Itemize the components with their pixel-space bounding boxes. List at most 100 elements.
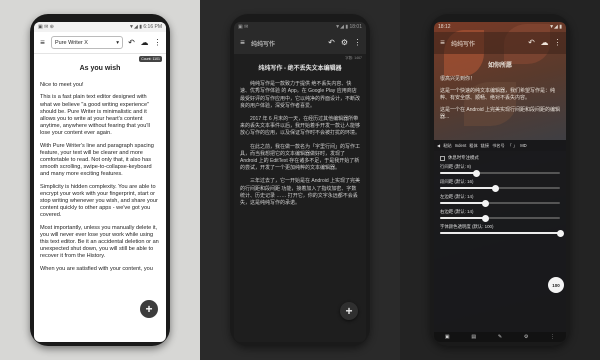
paragraph: Nice to meet you! (40, 82, 84, 89)
app-title: 纯纯写作 (451, 41, 476, 48)
toggle-label: 休息时专注模式 (448, 155, 479, 160)
status-right-info: ▼◢ ▮ 6:16 PM (129, 24, 162, 30)
paragraph: 这是一个在 Android 上完美实现行间距和段间距的编辑器... (440, 107, 561, 120)
format-book-title-button[interactable]: 书名号 (492, 143, 505, 149)
paragraph: 纯纯写作是一款致力于提供 绝不丢失内容、快速、优秀写作体验 的 App。在 Go… (240, 81, 361, 109)
editor-body[interactable]: 纯纯写作 - 绝不丢失文本编辑器 纯纯写作是一款致力于提供 绝不丢失内容、快速、… (234, 54, 366, 207)
slider-label: 字体颜色透明度 (默认: 100) (440, 224, 494, 229)
list-icon[interactable]: ▤ (471, 334, 476, 340)
document-title: 纯纯写作 - 绝不丢失文本编辑器 (258, 66, 342, 72)
slider-value-bubble: 100 (548, 277, 564, 293)
paragraph: 这是一个快速的纯文本编辑器，我们希望写作是：纯粹、有安全感、顺畅、绝对不丢失内容… (440, 88, 556, 101)
panel-pure-writer-wallpaper: 18:12 ▼◢ ▮ ≡ 纯纯写作 ↶ ☁ ⋮ 如你所愿 很高兴见到你！ 这是一… (400, 0, 600, 360)
slider-fill (440, 232, 560, 234)
slider-label: 左边距 (默认: 14) (440, 194, 474, 199)
settings-icon[interactable]: ⚙ (524, 334, 528, 340)
toolbar: ≡ Pure Writer X ▾ ↶ ☁ ⋮ (34, 32, 166, 54)
paragraph: 三年过去了，它一开始是在 Android 上实现了完美的行间距和段间距 功能，接… (240, 178, 361, 207)
status-time: 18:12 (438, 24, 451, 30)
chevron-down-icon[interactable]: ▾ (116, 40, 119, 46)
paragraph: 很高兴见到你！ (440, 76, 476, 82)
toolbar: ≡ 纯纯写作 ↶ ☁ ⋮ (434, 32, 566, 54)
format-bold-button[interactable]: 粗体 (469, 143, 477, 149)
panel-pure-writer-dark: ▣ ✉ ▼◢ ▮ 18:01 ≡ 纯纯写作 ↶ ⚙ ⋮ 字数: 1467 纯纯写… (200, 0, 400, 360)
slider-track[interactable] (440, 229, 564, 237)
format-indent-button[interactable]: Indent (455, 143, 467, 148)
paragraph: This is a fast plain text editor designe… (40, 94, 150, 137)
menu-icon[interactable]: ≡ (38, 38, 47, 47)
slider-fill (440, 202, 486, 204)
focus-mode-toggle[interactable]: 休息时专注模式 (440, 155, 560, 161)
slider-track[interactable] (440, 184, 560, 192)
status-left-icons: ▣ ✉ ⊕ (38, 24, 54, 30)
phone-frame: 18:12 ▼◢ ▮ ≡ 纯纯写作 ↶ ☁ ⋮ 如你所愿 很高兴见到你！ 这是一… (430, 14, 570, 346)
add-fab-button[interactable]: + (140, 300, 158, 318)
phone-screen: ▣ ✉ ▼◢ ▮ 18:01 ≡ 纯纯写作 ↶ ⚙ ⋮ 字数: 1467 纯纯写… (234, 22, 366, 342)
app-title: 纯纯写作 (251, 41, 276, 48)
checkbox[interactable] (440, 155, 445, 161)
slider-knob[interactable] (482, 214, 490, 222)
phone-screen: ▣ ✉ ⊕ ▼◢ ▮ 6:16 PM ≡ Pure Writer X ▾ ↶ ☁… (34, 22, 166, 342)
font-opacity-slider[interactable]: 字体颜色透明度 (默认: 100) (440, 224, 564, 237)
editor-body[interactable]: As you wish Nice to meet you! This is a … (34, 54, 166, 273)
toolbar: ≡ 纯纯写作 ↶ ⚙ ⋮ (234, 32, 366, 54)
image-icon[interactable]: ▣ (445, 334, 450, 340)
menu-icon[interactable]: ≡ (238, 39, 247, 48)
cloud-upload-icon[interactable]: ☁ (540, 39, 549, 48)
pen-icon[interactable]: ✎ (498, 334, 502, 340)
document-title: As you wish (79, 65, 121, 72)
paragraph: With Pure Writer's line and paragraph sp… (40, 142, 154, 178)
right-margin-slider[interactable]: 右边距 (默认: 14) (440, 209, 560, 222)
slider-label: 右边距 (默认: 14) (440, 209, 474, 214)
word-count-label: 字数: 1467 (345, 56, 362, 60)
paragraph-spacing-slider[interactable]: 段间距 (默认: 16) (440, 179, 560, 192)
status-bar: ▣ ✉ ▼◢ ▮ 18:01 (234, 22, 366, 32)
slider-knob[interactable] (472, 169, 480, 177)
panel-pure-writer-light: ▣ ✉ ⊕ ▼◢ ▮ 6:16 PM ≡ Pure Writer X ▾ ↶ ☁… (0, 0, 200, 360)
left-margin-slider[interactable]: 左边距 (默认: 14) (440, 194, 560, 207)
paragraph: 2017 年 6 月末的一天，在经历过其他编辑器所带来的丢失文本事件以后，我开始… (240, 116, 361, 137)
format-link-button[interactable]: 链接 (481, 143, 489, 149)
status-right-info: ▼◢ ▮ (549, 24, 562, 30)
paragraph: 在此之前，我在做一款名为「字里行间」的写作工具，而当我想把它的文本编辑器做好时，… (240, 143, 361, 172)
format-back-button[interactable]: ◀ (437, 143, 440, 148)
slider-knob[interactable] (491, 184, 499, 192)
paragraph: Simplicity is hidden complexity. You are… (40, 183, 158, 219)
bottom-action-bar: ▣ ▤ ✎ ⚙ ⋮ (434, 332, 566, 342)
more-vert-icon[interactable]: ⋮ (553, 39, 562, 48)
format-quote-button[interactable]: 「 」 (508, 143, 518, 149)
add-fab-button[interactable]: + (340, 302, 358, 320)
slider-fill (440, 172, 476, 174)
phone-frame: ▣ ✉ ▼◢ ▮ 18:01 ≡ 纯纯写作 ↶ ⚙ ⋮ 字数: 1467 纯纯写… (230, 14, 370, 346)
format-paste-button[interactable]: 粘贴 (443, 143, 451, 149)
undo-icon[interactable]: ↶ (327, 39, 336, 48)
more-vert-icon[interactable]: ⋮ (353, 39, 362, 48)
phone-screen: 18:12 ▼◢ ▮ ≡ 纯纯写作 ↶ ☁ ⋮ 如你所愿 很高兴见到你！ 这是一… (434, 22, 566, 342)
editor-body[interactable]: 如你所愿 很高兴见到你！ 这是一个快速的纯文本编辑器，我们希望写作是：纯粹、有安… (434, 54, 566, 121)
slider-knob[interactable] (556, 229, 564, 237)
slider-track[interactable] (440, 169, 560, 177)
paragraph: When you are satisfied with your content… (40, 265, 153, 272)
line-spacing-slider[interactable]: 行间距 (默认: 8) (440, 164, 560, 177)
undo-icon[interactable]: ↶ (127, 38, 136, 47)
slider-knob[interactable] (482, 199, 490, 207)
menu-icon[interactable]: ≡ (438, 39, 447, 48)
phone-frame: ▣ ✉ ⊕ ▼◢ ▮ 6:16 PM ≡ Pure Writer X ▾ ↶ ☁… (30, 14, 170, 346)
slider-fill (440, 187, 496, 189)
status-bar: 18:12 ▼◢ ▮ (434, 22, 566, 32)
article-title-text: Pure Writer X (55, 39, 88, 46)
typography-settings-sheet: 休息时专注模式 行间距 (默认: 8) 段间距 (默认: 16) 左边距 (默认… (434, 151, 566, 342)
undo-icon[interactable]: ↶ (527, 39, 536, 48)
article-title-field[interactable]: Pure Writer X ▾ (51, 36, 123, 49)
slider-track[interactable] (440, 214, 560, 222)
status-right-info: ▼◢ ▮ 18:01 (335, 24, 362, 30)
slider-label: 段间距 (默认: 16) (440, 179, 474, 184)
more-vert-icon[interactable]: ⋮ (153, 38, 162, 47)
slider-label: 行间距 (默认: 8) (440, 164, 471, 169)
slider-track[interactable] (440, 199, 560, 207)
format-markdown-button[interactable]: MD (520, 143, 527, 148)
more-vert-icon[interactable]: ⋮ (550, 334, 555, 340)
cloud-upload-icon[interactable]: ☁ (140, 38, 149, 47)
settings-icon[interactable]: ⚙ (340, 39, 349, 48)
status-left-icons: ▣ ✉ (238, 24, 249, 30)
